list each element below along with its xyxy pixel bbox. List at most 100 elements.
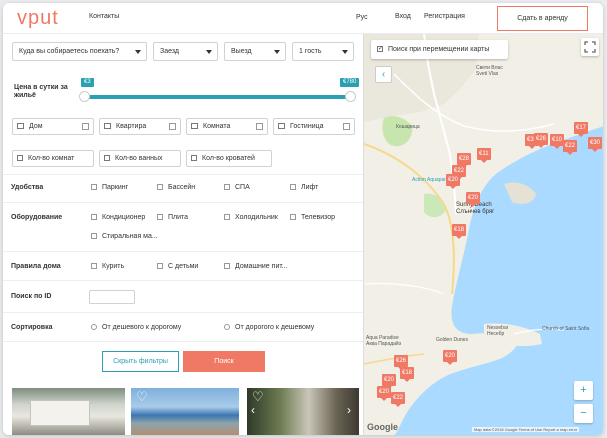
checkbox[interactable] (157, 184, 163, 190)
type-checkbox[interactable] (169, 123, 176, 130)
price-pin[interactable]: €30 (588, 137, 603, 152)
radio[interactable] (91, 324, 97, 330)
price-pin[interactable]: €11 (477, 148, 491, 163)
price-pin[interactable]: €26 (394, 355, 409, 370)
amenity-pool[interactable]: Бассейн (157, 184, 195, 191)
hide-filters-button[interactable]: Скрыть фильтры (102, 351, 179, 372)
equipment-washer[interactable]: Стиральная ма... (91, 233, 158, 240)
price-max-handle[interactable] (345, 91, 356, 102)
divider (3, 202, 363, 203)
room-icon (17, 155, 23, 161)
zoom-out-button[interactable]: − (574, 404, 593, 423)
listing-photo[interactable]: ♡ ‹ › (247, 388, 359, 435)
amenity-spa[interactable]: СПА (224, 184, 250, 191)
chevron-left-icon[interactable]: ‹ (251, 404, 255, 416)
price-pin[interactable]: €20 (446, 174, 461, 189)
checkbox[interactable] (224, 214, 230, 220)
heart-icon[interactable]: ♡ (136, 390, 149, 403)
fullscreen-button[interactable] (581, 38, 599, 56)
logo[interactable]: vput (17, 7, 59, 30)
equipment-tv[interactable]: Телевизор (290, 214, 335, 221)
price-pin[interactable]: €18 (452, 224, 467, 239)
option-label: СПА (235, 184, 250, 191)
heart-icon[interactable]: ♡ (252, 390, 265, 403)
map[interactable]: Свети Влас Sveti Vlas Кошарица Action Aq… (363, 34, 603, 435)
divider (3, 341, 363, 342)
checkbox[interactable] (91, 263, 97, 269)
map-terms[interactable]: Map data ©2018 Google Terms of Use Repor… (472, 427, 580, 432)
checkbox[interactable] (91, 184, 97, 190)
destination-value: Куда вы собираетесь поехать? (19, 48, 120, 55)
price-min-badge: €3 (81, 78, 94, 87)
sort-expensive-first[interactable]: От дорогого к дешевому (224, 324, 314, 331)
rooms-count[interactable]: Кол-во комнат (12, 150, 94, 167)
equipment-fridge[interactable]: Холодильник (224, 214, 278, 221)
register-link[interactable]: Регистрация (424, 13, 465, 20)
type-checkbox[interactable] (343, 123, 350, 130)
sort-label: Сортировка (11, 324, 53, 331)
rent-out-button[interactable]: Сдать в аренду (497, 6, 588, 31)
rule-pets[interactable]: Домашние пит... (224, 263, 288, 270)
type-hotel[interactable]: Гостиница (273, 118, 355, 135)
search-button[interactable]: Поиск (183, 351, 265, 372)
price-range-track[interactable] (83, 95, 354, 99)
search-id-input[interactable] (89, 290, 135, 304)
price-pin[interactable]: €20 (443, 350, 458, 365)
rule-smoking[interactable]: Курить (91, 263, 124, 270)
map-label: Golden Dunes (436, 337, 468, 343)
sort-cheap-first[interactable]: От дешевого к дорогому (91, 324, 181, 331)
checkbox[interactable] (290, 184, 296, 190)
price-pin[interactable]: €17 (574, 122, 589, 137)
chevron-right-icon[interactable]: › (347, 404, 351, 416)
search-on-move-toggle[interactable]: ✓ Поиск при перемещении карты (371, 40, 508, 59)
price-min-handle[interactable] (79, 91, 90, 102)
type-label: Дом (29, 123, 43, 130)
app-frame: vput Контакты Рус Вход Регистрация Сдать… (3, 3, 603, 435)
checkbox[interactable] (91, 214, 97, 220)
divider (3, 280, 363, 281)
checkbox[interactable] (224, 184, 230, 190)
price-pin[interactable]: €10 (550, 134, 565, 149)
checkin-select[interactable]: Заезд (153, 42, 218, 61)
listing-photo[interactable]: ♡ (131, 388, 239, 435)
type-apartment[interactable]: Квартира (99, 118, 181, 135)
collapse-map-button[interactable]: ‹ (375, 66, 392, 83)
radio[interactable] (224, 324, 230, 330)
divider (3, 174, 363, 175)
fullscreen-icon (584, 41, 596, 53)
equipment-stove[interactable]: Плита (157, 214, 188, 221)
type-room[interactable]: Комната (186, 118, 268, 135)
destination-select[interactable]: Куда вы собираетесь поехать? (12, 42, 147, 61)
price-pin[interactable]: €20 (377, 386, 392, 401)
rule-children[interactable]: С детьми (157, 263, 198, 270)
amenity-elevator[interactable]: Лифт (290, 184, 318, 191)
zoom-in-button[interactable]: + (574, 381, 593, 400)
checkbox-checked-icon[interactable]: ✓ (377, 46, 383, 52)
checkbox[interactable] (290, 214, 296, 220)
checkbox[interactable] (224, 263, 230, 269)
checkbox[interactable] (91, 233, 97, 239)
equipment-ac[interactable]: Кондиционер (91, 214, 145, 221)
guests-select[interactable]: 1 гость (292, 42, 354, 61)
login-link[interactable]: Вход (395, 13, 411, 20)
price-pin[interactable]: €20 (466, 192, 481, 207)
price-pin[interactable]: €20 (382, 374, 397, 389)
listing-photo[interactable] (12, 388, 125, 435)
type-checkbox[interactable] (256, 123, 263, 130)
price-pin[interactable]: €18 (400, 367, 415, 382)
checkout-select[interactable]: Выезд (224, 42, 286, 61)
type-house[interactable]: Дом (12, 118, 94, 135)
checkbox[interactable] (157, 263, 163, 269)
type-label: Гостиница (290, 123, 324, 130)
beds-count[interactable]: Кол-во кроватей (186, 150, 272, 167)
price-pin[interactable]: €22 (391, 392, 406, 407)
price-pin[interactable]: €22 (563, 140, 578, 155)
baths-count[interactable]: Кол-во ванных (99, 150, 181, 167)
language-switch[interactable]: Рус (356, 14, 368, 21)
checkbox[interactable] (157, 214, 163, 220)
amenity-parking[interactable]: Паркинг (91, 184, 128, 191)
price-pin[interactable]: €26 (534, 133, 549, 148)
type-checkbox[interactable] (82, 123, 89, 130)
nav-contacts-link[interactable]: Контакты (89, 13, 119, 20)
price-pin[interactable]: €28 (457, 153, 472, 168)
